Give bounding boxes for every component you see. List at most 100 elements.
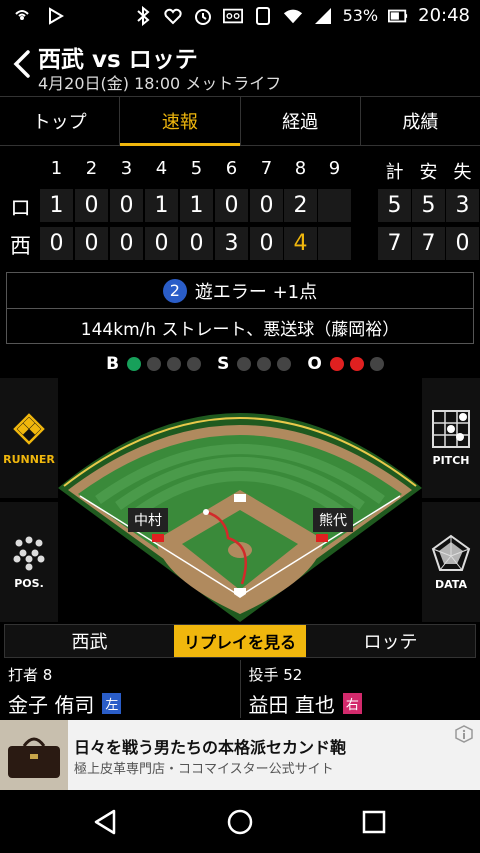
field-panel: RUNNER POS. PITCH DATA 中村 熊代 <box>0 378 480 622</box>
total-hits-header: 安 <box>419 162 438 183</box>
heart-icon <box>163 6 183 26</box>
score-cell: 0 <box>75 227 108 260</box>
inning-header: 9 <box>328 158 341 179</box>
score-cell: 0 <box>40 227 73 260</box>
inning-header: 1 <box>50 158 63 179</box>
bluetooth-icon <box>133 5 153 26</box>
out-label: O <box>307 354 322 374</box>
position-dots-icon <box>13 536 45 570</box>
score-cell: 2 <box>284 189 317 222</box>
inning-header: 4 <box>155 158 168 179</box>
score-cell: 0 <box>145 227 178 260</box>
play-summary: 2 遊エラー +1点 144km/h ストレート、悪送球（藤岡裕） <box>6 272 474 344</box>
out-dot <box>369 357 384 371</box>
total-cell: 5 <box>412 189 445 222</box>
radar-chart-icon <box>431 534 471 571</box>
inning-header: 8 <box>294 158 307 179</box>
out-dot <box>329 357 344 371</box>
tab-top[interactable]: トップ <box>0 97 119 145</box>
tab-live[interactable]: 速報 <box>119 97 240 146</box>
tab-stats[interactable]: 成績 <box>359 97 480 145</box>
replay-button[interactable]: リプレイを見る <box>174 625 307 657</box>
outs-badge: 2 <box>162 278 187 303</box>
matchup: 打者 8 金子 侑司 左 投手 52 益田 直也 右 <box>0 660 480 718</box>
wifi-icon <box>283 6 303 26</box>
alarm-icon <box>193 6 213 26</box>
clock: 20:48 <box>418 5 470 26</box>
back-nav-icon[interactable] <box>92 808 120 836</box>
team-bar: 西武 リプレイを見る ロッテ <box>4 624 476 658</box>
ball-dot <box>167 357 182 371</box>
page-title: 西武 vs ロッテ <box>38 47 198 73</box>
score-cell: 3 <box>215 227 248 260</box>
recents-nav-icon[interactable] <box>360 808 388 836</box>
app-header: 西武 vs ロッテ 4月20日(金) 18:00 メットライフ <box>0 34 480 94</box>
runner-diamond-icon <box>13 412 45 445</box>
position-button[interactable]: POS. <box>0 502 58 622</box>
ad-info-icon[interactable] <box>454 724 474 744</box>
tab-progress[interactable]: 経過 <box>239 97 360 145</box>
score-cell: 1 <box>40 189 73 222</box>
ad-subtitle: 極上皮革専門店・ココマイスター公式サイト <box>74 762 334 777</box>
total-cell: 7 <box>412 227 445 260</box>
nav-bar <box>0 790 480 853</box>
tab-bar: トップ 速報 経過 成績 <box>0 96 480 146</box>
data-label: DATA <box>435 577 467 591</box>
strike-label: S <box>217 354 230 374</box>
wifi-calling-icon <box>12 6 32 26</box>
batter-panel[interactable]: 打者 8 金子 侑司 左 <box>0 660 240 718</box>
position-label: POS. <box>14 576 44 590</box>
total-runs-header: 計 <box>385 162 404 183</box>
score-cell: 0 <box>180 227 213 260</box>
inning-header: 5 <box>190 158 203 179</box>
voicemail-icon <box>222 6 243 26</box>
runner-tag-first: 熊代 <box>313 508 353 532</box>
team-left[interactable]: 西武 <box>5 628 174 654</box>
ad-title: 日々を戦う男たちの本格派セカンド鞄 <box>74 738 347 757</box>
total-errors-header: 失 <box>453 162 472 183</box>
count-indicator: B S O <box>0 352 480 376</box>
score-cell: 1 <box>180 189 213 222</box>
score-cell: 0 <box>215 189 248 222</box>
battery-icon <box>388 6 408 26</box>
battery-percent: 53% <box>342 6 379 25</box>
inning-header: 6 <box>225 158 238 179</box>
score-cell: 0 <box>250 227 283 260</box>
strike-dot <box>257 357 272 371</box>
pitcher-panel[interactable]: 投手 52 益田 直也 右 <box>239 660 480 718</box>
home-nav-icon[interactable] <box>226 808 254 836</box>
status-bar: 53% 20:48 <box>0 0 480 34</box>
play-detail: 144km/h ストレート、悪送球（藤岡裕） <box>80 319 400 340</box>
runner-button[interactable]: RUNNER <box>0 378 58 498</box>
pitcher-hand-badge: 右 <box>342 693 362 714</box>
strike-dot <box>277 357 292 371</box>
baseball-field <box>58 413 422 622</box>
game-info: 4月20日(金) 18:00 メットライフ <box>38 74 282 93</box>
pitch-button[interactable]: PITCH <box>422 378 480 498</box>
back-arrow-icon[interactable] <box>10 48 34 80</box>
play-result: 遊エラー +1点 <box>194 281 318 303</box>
ball-label: B <box>106 354 120 374</box>
runner-label: RUNNER <box>3 452 55 466</box>
strike-dot <box>237 357 252 371</box>
team-right[interactable]: ロッテ <box>306 628 475 654</box>
score-cell: 1 <box>145 189 178 222</box>
inning-header: 2 <box>85 158 98 179</box>
total-cell: 5 <box>378 189 411 222</box>
ad-image <box>0 720 68 790</box>
data-button[interactable]: DATA <box>422 502 480 622</box>
batter-name: 金子 侑司 <box>8 693 95 717</box>
score-cell: 0 <box>110 189 143 222</box>
team-label-away: ロ <box>10 196 31 220</box>
score-cell <box>318 189 351 222</box>
out-dot <box>349 357 364 371</box>
batter-hand-badge: 左 <box>102 693 122 714</box>
total-cell: 3 <box>446 189 479 222</box>
scoreboard: 1 2 3 4 5 6 7 8 9 計 安 失 ロ 1 0 0 1 1 0 0 … <box>0 152 480 264</box>
play-result-row: 2 遊エラー +1点 <box>7 273 473 309</box>
total-cell: 7 <box>378 227 411 260</box>
ball-dot <box>127 357 142 371</box>
ad-banner[interactable]: 日々を戦う男たちの本格派セカンド鞄 極上皮革専門店・ココマイスター公式サイト <box>0 720 480 790</box>
pitcher-name: 益田 直也 <box>248 693 335 717</box>
pitcher-role: 投手 52 <box>248 666 303 684</box>
